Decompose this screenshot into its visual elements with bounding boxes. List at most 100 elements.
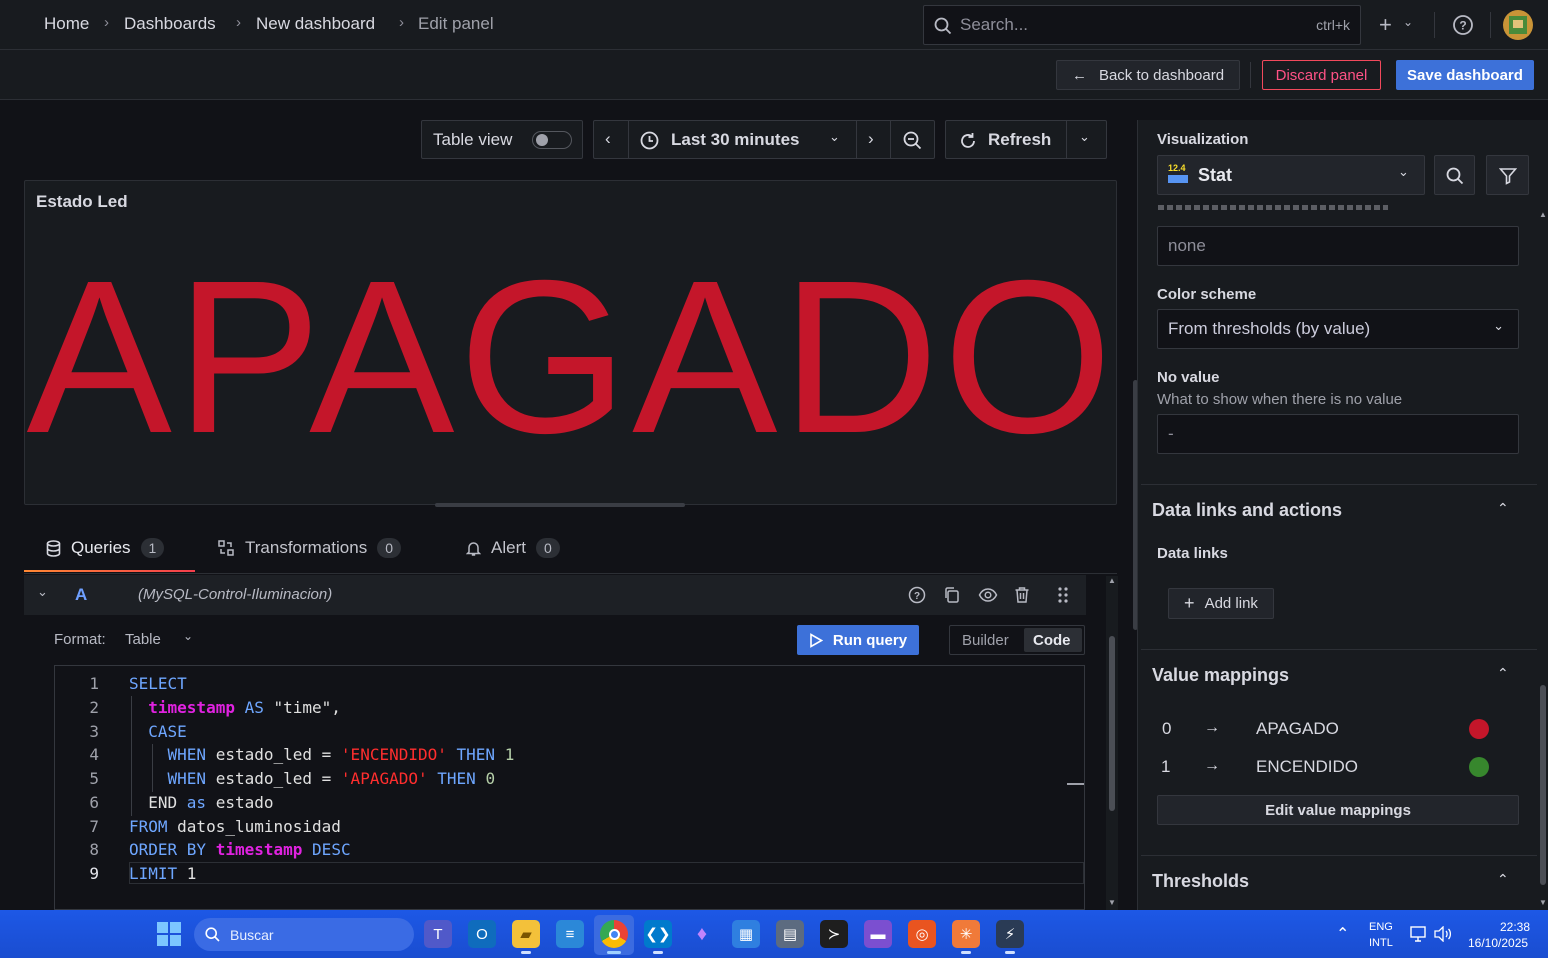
plus-icon[interactable]: +: [1379, 12, 1392, 38]
value-mappings-section-header[interactable]: Value mappings: [1152, 665, 1289, 686]
visualization-value: Stat: [1198, 165, 1233, 185]
windows-start-icon[interactable]: [157, 922, 181, 946]
query-ref-id[interactable]: A: [75, 585, 87, 605]
teams-icon[interactable]: T: [424, 920, 452, 948]
visualization-picker[interactable]: 12.4 Stat ⌄: [1157, 155, 1425, 195]
calculator-icon[interactable]: ▤: [776, 920, 804, 948]
chevron-down-icon[interactable]: ⌄: [1079, 129, 1090, 145]
table-view-toggle[interactable]: Table view: [421, 120, 583, 159]
refresh-group: Refresh ⌄: [945, 120, 1107, 159]
chevron-up-icon[interactable]: ⌃: [1497, 500, 1509, 517]
taskbar-search-input[interactable]: Buscar: [194, 918, 414, 951]
eye-icon[interactable]: [978, 586, 998, 604]
arrow-right-icon: →: [1204, 719, 1220, 736]
mapping-color-swatch[interactable]: [1469, 719, 1489, 739]
search-options-button[interactable]: [1434, 155, 1475, 195]
no-value-input[interactable]: -: [1157, 414, 1519, 454]
code-mode-label: Code: [1033, 632, 1071, 649]
resize-handle[interactable]: [435, 503, 685, 507]
color-scheme-label: Color scheme: [1157, 286, 1257, 303]
calendar-icon[interactable]: ▦: [732, 920, 760, 948]
builder-mode-button[interactable]: Builder: [962, 632, 1009, 649]
format-select[interactable]: Table: [125, 631, 161, 648]
queries-scrollbar[interactable]: ▲ ▼: [1106, 576, 1118, 910]
color-scheme-select[interactable]: From thresholds (by value) ⌄: [1157, 309, 1519, 349]
color-scheme-value: From thresholds (by value): [1168, 319, 1371, 338]
data-links-section-header[interactable]: Data links and actions: [1152, 500, 1342, 521]
tab-alert[interactable]: Alert 0: [466, 538, 560, 558]
toggle-switch[interactable]: [532, 131, 572, 149]
chevron-right-icon[interactable]: ›: [868, 129, 874, 149]
time-range-label[interactable]: Last 30 minutes: [671, 130, 800, 150]
chrome-icon[interactable]: [600, 920, 628, 948]
notepad-icon[interactable]: ≡: [556, 920, 584, 948]
volume-icon[interactable]: [1434, 926, 1452, 942]
add-link-button[interactable]: + Add link: [1168, 588, 1274, 619]
vscode-icon[interactable]: ❮❯: [644, 920, 672, 948]
edit-value-mappings-button[interactable]: Edit value mappings: [1157, 795, 1519, 825]
breadcrumb-home[interactable]: Home: [44, 14, 89, 34]
save-dashboard-button[interactable]: Save dashboard: [1396, 60, 1534, 90]
options-scrollbar[interactable]: ▲ ▼: [1538, 210, 1548, 910]
mapping-color-swatch[interactable]: [1469, 757, 1489, 777]
chevron-up-icon[interactable]: ⌃: [1336, 924, 1349, 944]
duplicate-icon[interactable]: [943, 586, 961, 604]
breadcrumb-dashboards[interactable]: Dashboards: [124, 14, 216, 34]
line-number: 6: [89, 793, 99, 812]
language-indicator-top[interactable]: ENG: [1369, 921, 1393, 933]
breadcrumb-edit-panel: Edit panel: [418, 14, 494, 33]
chevron-up-icon[interactable]: ⌃: [1497, 665, 1509, 682]
trash-icon[interactable]: [1014, 586, 1030, 604]
clock-date[interactable]: 16/10/2025: [1468, 936, 1528, 950]
chevron-up-icon[interactable]: ⌃: [1497, 871, 1509, 888]
app-icon[interactable]: ♦: [688, 920, 716, 948]
search-input[interactable]: Search... ctrl+k: [923, 5, 1361, 45]
format-label: Format:: [54, 631, 106, 648]
tab-queries[interactable]: Queries 1: [46, 538, 165, 558]
display-name-input[interactable]: none: [1157, 226, 1519, 266]
search-icon: [205, 927, 220, 942]
outlook-icon[interactable]: O: [468, 920, 496, 948]
clock-time[interactable]: 22:38: [1500, 920, 1530, 934]
ubuntu-icon[interactable]: ◎: [908, 920, 936, 948]
file-explorer-icon[interactable]: ▰: [512, 920, 540, 948]
tab-alert-count: 0: [535, 538, 560, 558]
running-indicator: [653, 951, 663, 954]
back-to-dashboard-button[interactable]: ← Back to dashboard: [1056, 60, 1240, 90]
code-line-6: END as estado: [129, 793, 274, 812]
language-indicator-bottom[interactable]: INTL: [1369, 937, 1393, 949]
media-icon[interactable]: ▬: [864, 920, 892, 948]
line-number: 1: [89, 674, 99, 693]
value-mapping-row: 1 → ENCENDIDO: [1157, 754, 1519, 782]
chevron-down-icon[interactable]: ⌄: [1403, 15, 1413, 29]
line-number: 9: [89, 864, 99, 883]
terminal-icon[interactable]: ≻: [820, 920, 848, 948]
chevron-down-icon[interactable]: ⌄: [183, 629, 193, 643]
code-line-4: WHEN estado_led = 'ENCENDIDO' THEN 1: [167, 745, 515, 764]
breadcrumb-new-dashboard[interactable]: New dashboard: [256, 14, 375, 34]
help-icon[interactable]: ?: [1452, 14, 1474, 36]
refresh-button[interactable]: Refresh: [988, 130, 1051, 150]
avatar[interactable]: [1503, 10, 1533, 40]
help-icon[interactable]: ?: [908, 586, 926, 604]
thresholds-section-header[interactable]: Thresholds: [1152, 871, 1249, 892]
sql-code-editor[interactable]: 1 2 3 4 5 6 7 8 9 SELECT timestamp AS "t…: [54, 665, 1085, 910]
chevron-right-icon: ›: [399, 14, 404, 31]
chevron-left-icon[interactable]: ‹: [605, 129, 611, 149]
app-icon[interactable]: ⚡: [996, 920, 1024, 948]
tab-transformations[interactable]: Transformations 0: [217, 538, 401, 558]
drag-handle-icon[interactable]: [1057, 586, 1069, 604]
clock-icon: [640, 131, 659, 150]
discard-panel-button[interactable]: Discard panel: [1262, 60, 1381, 90]
query-row-header: ⌄ A (MySQL-Control-Iluminacion) ?: [24, 575, 1086, 615]
zoom-out-icon[interactable]: [903, 131, 922, 150]
collapse-chevron-icon[interactable]: ⌄: [37, 584, 48, 600]
chevron-down-icon[interactable]: ⌄: [829, 129, 840, 145]
run-query-button[interactable]: Run query: [797, 625, 919, 655]
no-value-label: No value: [1157, 369, 1220, 386]
filter-options-button[interactable]: [1486, 155, 1529, 195]
network-icon[interactable]: [1410, 926, 1428, 942]
code-mode-button[interactable]: Code: [1024, 628, 1082, 652]
app-icon[interactable]: ✳: [952, 920, 980, 948]
line-number: 5: [89, 769, 99, 788]
